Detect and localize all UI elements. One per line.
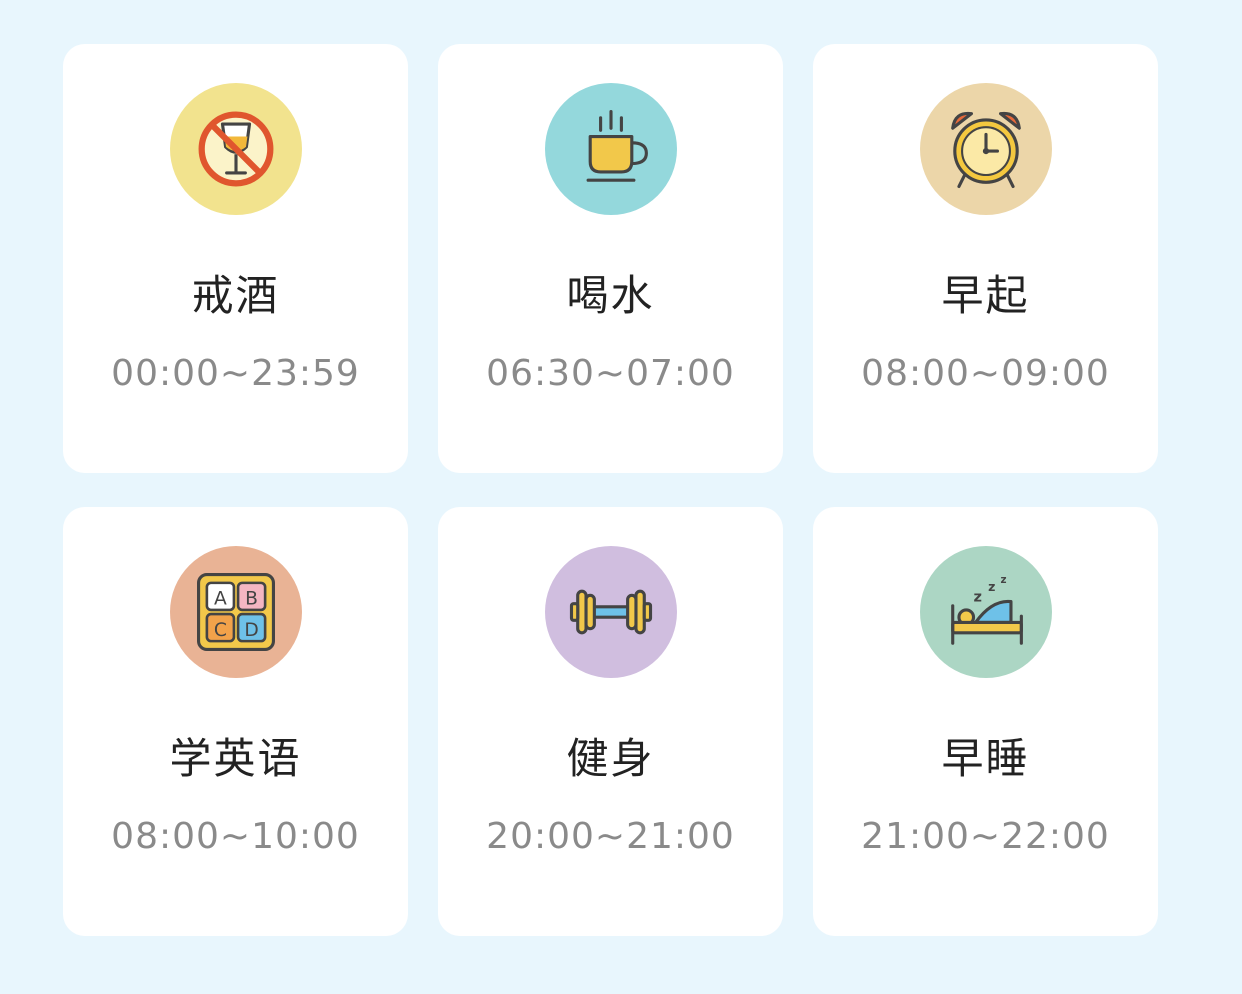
alarm-clock-icon [919, 83, 1052, 215]
habit-card-fitness[interactable]: 健身 20:00~21:00 [438, 507, 783, 936]
habit-title: 健身 [566, 734, 655, 783]
habit-card-learn-english[interactable]: A B C D 学英语 08:00~10:00 [63, 507, 408, 936]
svg-text:z: z [1000, 574, 1006, 586]
habit-time: 21:00~22:00 [861, 816, 1110, 857]
svg-text:C: C [213, 620, 226, 641]
coffee-cup-icon [544, 83, 677, 215]
habit-time: 08:00~10:00 [111, 816, 360, 857]
abc-blocks-icon: A B C D [169, 546, 302, 678]
dumbbell-icon [544, 546, 677, 678]
habit-time: 06:30~07:00 [486, 353, 735, 394]
habit-title: 喝水 [566, 271, 655, 320]
habit-card-quit-drinking[interactable]: 戒酒 00:00~23:59 [63, 44, 408, 473]
svg-text:z: z [988, 579, 995, 594]
habit-title: 戒酒 [191, 271, 280, 320]
habit-title: 学英语 [169, 734, 302, 783]
habit-title: 早睡 [941, 734, 1030, 783]
habit-title: 早起 [941, 271, 1030, 320]
habit-grid: 戒酒 00:00~23:59 喝水 06:30~07:00 早起 08:00~0… [63, 44, 1158, 936]
svg-text:D: D [244, 620, 258, 641]
habit-time: 08:00~09:00 [861, 353, 1110, 394]
svg-text:A: A [214, 589, 227, 610]
habit-card-drink-water[interactable]: 喝水 06:30~07:00 [438, 44, 783, 473]
no-alcohol-icon [169, 83, 302, 215]
habit-card-sleep-early[interactable]: z z z 早睡 21:00~22:00 [813, 507, 1158, 936]
svg-text:z: z [973, 589, 981, 606]
habit-card-wake-early[interactable]: 早起 08:00~09:00 [813, 44, 1158, 473]
habit-time: 00:00~23:59 [111, 353, 360, 394]
svg-text:B: B [245, 589, 258, 610]
habit-time: 20:00~21:00 [486, 816, 735, 857]
sleeping-bed-icon: z z z [919, 546, 1052, 678]
